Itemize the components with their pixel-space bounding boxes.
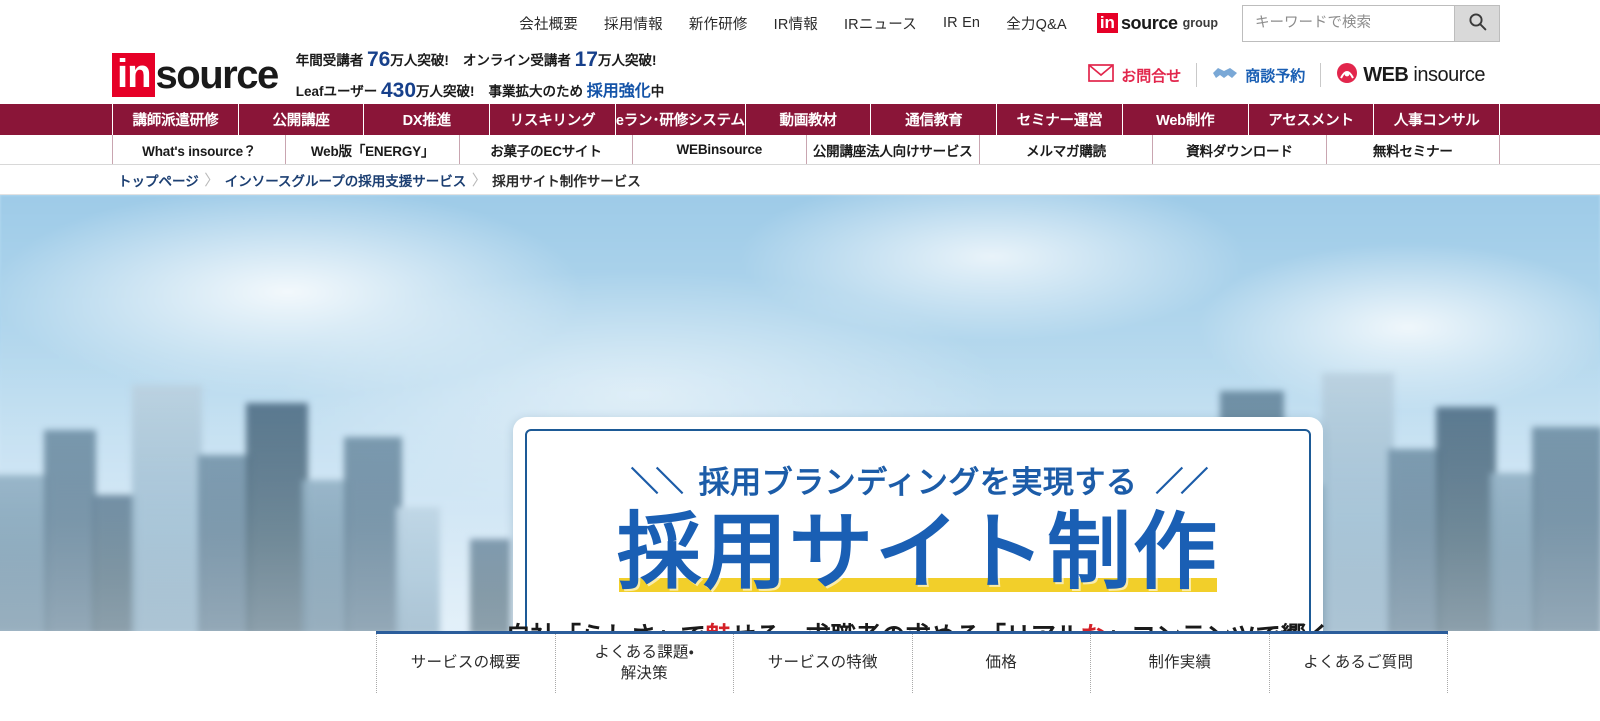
subnav-item-whats-insource[interactable]: What's insource？ (112, 135, 285, 164)
section-tabs: サービスの概要 よくある課題・ 解決策 サービスの特徴 価格 制作実績 よくあるご… (376, 631, 1448, 693)
utility-link-ir[interactable]: IR情報 (774, 13, 818, 34)
tagline-line-2: Leafユーザー 430万人突破! 事業拡大のため 採用強化中 (296, 75, 665, 107)
search-button[interactable] (1454, 5, 1499, 41)
tagline-1-pre2: オンライン受講者 (462, 52, 575, 68)
breadcrumb: トップページ 〉 インソースグループの採用支援サービス 〉 採用サイト制作サービ… (0, 165, 1600, 195)
utility-link-iren[interactable]: IR En (943, 15, 980, 31)
utility-links: 会社概要 採用情報 新作研修 IR情報 IRニュース IR En 全力Q&A (519, 13, 1067, 34)
utility-link-qa[interactable]: 全力Q&A (1006, 13, 1067, 34)
hero-eyebrow: ＼＼ 採用ブランディングを実現する ／／ (630, 457, 1209, 502)
webinsource-button[interactable]: WEB insource (1321, 62, 1500, 89)
tagline-1-end: 万人突破! (597, 52, 657, 68)
group-logo-source: source (1120, 12, 1178, 33)
utility-link-irnews[interactable]: IRニュース (844, 13, 917, 34)
main-navigation: 講師派遣研修 公開講座 DX推進 リスキリング eラン･研修システム 動画教材 … (0, 104, 1600, 135)
utility-bar: 会社概要 採用情報 新作研修 IR情報 IRニュース IR En 全力Q&A i… (0, 0, 1600, 46)
nav-item-lecturer-dispatch[interactable]: 講師派遣研修 (112, 104, 238, 135)
tagline-1-number-2: 17 (574, 47, 598, 71)
breadcrumb-item-recruit-service[interactable]: インソースグループの採用支援サービス (225, 170, 467, 190)
group-logo-in: in (1096, 13, 1118, 33)
nav-item-hr-consulting[interactable]: 人事コンサル (1373, 104, 1501, 135)
header-actions: お問合せ 商談予約 WEB insource (1073, 62, 1500, 89)
nav-item-video[interactable]: 動画教材 (744, 104, 871, 135)
tagline-2-highlight: 採用強化 (586, 83, 651, 100)
nav-item-web[interactable]: Web制作 (1121, 104, 1248, 135)
search-icon (1468, 12, 1487, 34)
hero-card: ＼＼ 採用ブランディングを実現する ／／ 採用サイト制作 自社「らしさ」で魅せる… (505, 417, 1331, 635)
tagline-line-1: 年間受講者 76万人突破! オンライン受講者 17万人突破! (296, 44, 665, 76)
brand-row: in source 年間受講者 76万人突破! オンライン受講者 17万人突破! L… (0, 46, 1600, 104)
tagline-2-pre2: 事業拡大のため (488, 84, 587, 99)
tagline-2-end: 中 (650, 84, 665, 99)
tab-price[interactable]: 価格 (911, 634, 1091, 693)
nav-item-seminar[interactable]: セミナー運営 (996, 104, 1122, 135)
nav-item-reskilling[interactable]: リスキリング (489, 104, 615, 135)
nav-item-elearning[interactable]: eラン･研修システム (614, 104, 745, 135)
nav-item-assessment[interactable]: アセスメント (1247, 104, 1374, 135)
tab-faq[interactable]: よくあるご質問 (1268, 634, 1448, 693)
subnav-item-webinsource[interactable]: WEBinsource (632, 135, 805, 164)
utility-link-recruit[interactable]: 採用情報 (604, 13, 663, 34)
subnav-item-corporate-service[interactable]: 公開講座法人向けサービス (805, 135, 979, 164)
mail-icon (1088, 63, 1115, 87)
meeting-booking-label: 商談予約 (1245, 67, 1306, 85)
utility-link-company[interactable]: 会社概要 (519, 13, 578, 34)
page-root: 会社概要 採用情報 新作研修 IR情報 IRニュース IR En 全力Q&A i… (0, 0, 1600, 721)
webinsource-label-insource: insource (1413, 63, 1485, 86)
hero-title-wrap: 採用サイト制作 (617, 508, 1219, 596)
search-input[interactable] (1243, 5, 1454, 41)
webinsource-label-web: WEB (1363, 63, 1409, 86)
meeting-booking-button[interactable]: 商談予約 (1197, 64, 1320, 87)
hero-eyebrow-text: 採用ブランディングを実現する (698, 465, 1138, 500)
tagline-1-number: 76 (366, 47, 391, 71)
contact-button[interactable]: お問合せ (1073, 63, 1196, 87)
nav-item-dx[interactable]: DX推進 (363, 104, 489, 135)
tagline-2-mid: 万人突破! (416, 84, 475, 99)
tab-portfolio[interactable]: 制作実績 (1090, 634, 1269, 693)
subnav-item-newsletter[interactable]: メルマガ購読 (978, 135, 1152, 164)
insource-logo[interactable]: in source (112, 53, 280, 97)
breadcrumb-item-top[interactable]: トップページ (118, 170, 199, 190)
subnav-item-energy[interactable]: Web版「ENERGY」 (285, 135, 458, 164)
hero-slash-left: ＼＼ (630, 465, 684, 497)
logo-in: in (112, 53, 155, 97)
insource-group-logo[interactable]: in source group (1096, 12, 1218, 34)
handshake-icon (1212, 64, 1238, 87)
logo-source: source (155, 53, 280, 97)
hero-banner: ＼＼ 採用ブランディングを実現する ／／ 採用サイト制作 自社「らしさ」で魅せる… (0, 195, 1600, 635)
tagline-1-mid: 万人突破! (390, 52, 449, 68)
tab-issues-solutions[interactable]: よくある課題・ 解決策 (554, 634, 734, 693)
utility-link-newtraining[interactable]: 新作研修 (689, 13, 748, 34)
breadcrumb-separator-2: 〉 (471, 172, 487, 189)
tab-service-features[interactable]: サービスの特徴 (733, 634, 912, 693)
nav-item-correspondence[interactable]: 通信教育 (870, 104, 996, 135)
secondary-navigation: What's insource？ Web版「ENERGY」 お菓子のECサイト … (0, 135, 1600, 165)
tab-service-overview[interactable]: サービスの概要 (376, 634, 555, 693)
hero-title: 採用サイト制作 (616, 505, 1219, 599)
group-logo-group: group (1182, 16, 1218, 30)
webinsource-icon (1336, 62, 1358, 89)
tagline-1-pre: 年間受講者 (295, 52, 367, 68)
tagline-2-pre: Leafユーザー (295, 84, 381, 99)
breadcrumb-item-current: 採用サイト制作サービス (492, 173, 641, 189)
nav-item-open-course[interactable]: 公開講座 (237, 104, 364, 135)
contact-label: お問合せ (1121, 67, 1182, 85)
breadcrumb-separator-1: 〉 (204, 172, 220, 189)
subnav-item-free-seminar[interactable]: 無料セミナー (1325, 135, 1500, 164)
subnav-item-ec-site[interactable]: お菓子のECサイト (458, 135, 632, 164)
subnav-item-download[interactable]: 資料ダウンロード (1152, 135, 1325, 164)
hero-slash-right: ／／ (1155, 465, 1208, 497)
header-tagline: 年間受講者 76万人突破! オンライン受講者 17万人突破! Leafユーザー 4… (296, 44, 665, 107)
search-box[interactable] (1242, 4, 1500, 42)
tagline-2-number: 430 (380, 79, 417, 102)
